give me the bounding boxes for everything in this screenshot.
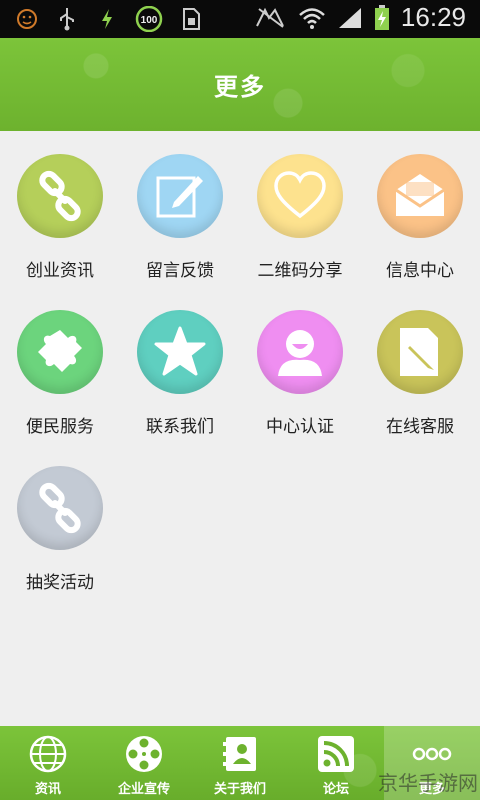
grid-item-feedback[interactable]: 留言反馈 [120,131,240,281]
battery-100-icon: 100 [134,6,164,32]
document-edit-icon [377,310,463,394]
tab-label: 资讯 [34,782,61,797]
grid-item-public-services[interactable]: 便民服务 [0,287,120,437]
link-icon [17,154,103,238]
user-icon [257,310,343,394]
grid-item-startup-news[interactable]: 创业资讯 [0,131,120,281]
bottom-tab-bar: 资讯 企业宣传 关于我们 论坛 更多 京华手游网 [0,726,480,800]
link-icon [17,466,103,550]
notification-face-icon [14,6,40,32]
rss-icon [318,736,354,772]
tab-label: 论坛 [322,782,349,797]
header: 更多 [0,38,480,131]
status-bar: 100 16:29 [0,0,480,38]
wifi-icon [297,5,327,31]
heart-icon [257,154,343,238]
grid-item-info-center[interactable]: 信息中心 [360,131,480,281]
page-title: 更多 [214,73,266,101]
contact-book-icon [223,737,256,771]
grid-item-label: 二维码分享 [257,261,343,281]
grid-item-label: 便民服务 [26,417,94,437]
envelope-icon [377,154,463,238]
tab-about-us[interactable]: 关于我们 [192,726,288,800]
sim-icon [178,6,204,32]
svg-text:100: 100 [141,15,158,26]
grid-item-qr-share[interactable]: 二维码分享 [240,131,360,281]
grid-item-label: 抽奖活动 [26,573,94,593]
grid-item-certification[interactable]: 中心认证 [240,287,360,437]
tab-news[interactable]: 资讯 [0,726,96,800]
tab-forum[interactable]: 论坛 [288,726,384,800]
grid-item-label: 在线客服 [386,417,454,437]
usb-icon [54,6,80,32]
tab-label: 关于我们 [213,782,266,797]
tab-label: 企业宣传 [117,782,170,797]
battery-charging-icon [373,4,391,31]
grid-item-label: 留言反馈 [146,261,214,281]
signal-icon [337,5,363,31]
grid-item-online-service[interactable]: 在线客服 [360,287,480,437]
grid-item-label: 信息中心 [386,261,454,281]
tab-company-promo[interactable]: 企业宣传 [96,726,192,800]
film-reel-icon [126,736,162,772]
watermark: 京华手游网 [378,771,478,795]
globe-icon [29,735,67,773]
grid-item-label: 创业资讯 [26,261,94,281]
edit-icon [137,154,223,238]
grid-item-lottery[interactable]: 抽奖活动 [0,443,120,593]
grid-item-contact-us[interactable]: 联系我们 [120,287,240,437]
charging-bolt-icon [94,6,120,32]
grid-item-label: 联系我们 [146,417,214,437]
star-icon [137,310,223,394]
grid-item-label: 中心认证 [266,417,334,437]
clock: 16:29 [400,2,466,32]
no-sim-icon [255,5,287,31]
puzzle-icon [17,310,103,394]
